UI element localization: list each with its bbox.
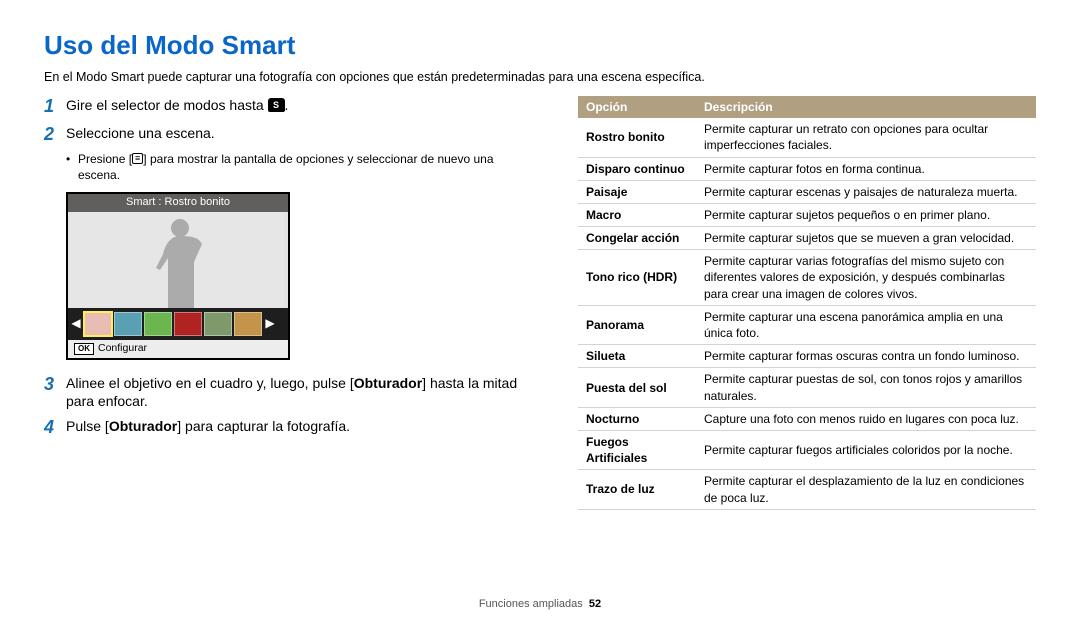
camera-bottom-bar: OK Configurar [68, 340, 288, 358]
option-name: Paisaje [578, 180, 696, 203]
step-2-sub-pre: Presione [ [78, 152, 132, 166]
step-4-pre: Pulse [ [66, 418, 109, 434]
table-row: Fuegos ArtificialesPermite capturar fueg… [578, 430, 1036, 469]
step-number: 2 [44, 124, 66, 146]
step-4-post: ] para capturar la fotografía. [177, 418, 350, 434]
option-description: Permite capturar sujetos que se mueven a… [696, 227, 1036, 250]
table-header-option: Opción [578, 96, 696, 118]
mode-dial-smart-icon: S [268, 98, 285, 112]
table-row: PanoramaPermite capturar una escena pano… [578, 305, 1036, 344]
thumbnail-left-arrow-icon[interactable]: ◀ [70, 311, 82, 337]
table-row: PaisajePermite capturar escenas y paisaj… [578, 180, 1036, 203]
table-row: Trazo de luzPermite capturar el desplaza… [578, 470, 1036, 509]
table-row: Disparo continuoPermite capturar fotos e… [578, 157, 1036, 180]
step-text: Pulse [Obturador] para capturar la fotog… [66, 417, 350, 439]
table-row: Tono rico (HDR)Permite capturar varias f… [578, 250, 1036, 306]
step-2: 2 Seleccione una escena. [44, 124, 534, 146]
option-description: Permite capturar un retrato con opciones… [696, 118, 1036, 157]
step-number: 3 [44, 374, 66, 412]
step-1-pre: Gire el selector de modos hasta [66, 97, 268, 113]
option-name: Rostro bonito [578, 118, 696, 157]
step-1-post: . [285, 97, 289, 113]
option-name: Nocturno [578, 407, 696, 430]
options-table: Opción Descripción Rostro bonitoPermite … [578, 96, 1036, 510]
step-1: 1 Gire el selector de modos hasta S. [44, 96, 534, 118]
thumbnail[interactable] [234, 312, 262, 336]
step-2-sub-text: Presione [≡] para mostrar la pantalla de… [78, 151, 534, 183]
thumbnail[interactable] [144, 312, 172, 336]
option-name: Tono rico (HDR) [578, 250, 696, 306]
option-description: Permite capturar varias fotografías del … [696, 250, 1036, 306]
ok-button-icon: OK [74, 343, 94, 355]
bullet-dot: • [66, 151, 78, 183]
option-description: Permite capturar fuegos artificiales col… [696, 430, 1036, 469]
thumbnail-selected[interactable] [84, 312, 112, 336]
step-4: 4 Pulse [Obturador] para capturar la fot… [44, 417, 534, 439]
table-row: MacroPermite capturar sujetos pequeños o… [578, 203, 1036, 226]
camera-screen-illustration: Smart : Rostro bonito ◀ [66, 192, 290, 360]
step-3: 3 Alinee el objetivo en el cuadro y, lue… [44, 374, 534, 412]
intro-text: En el Modo Smart puede capturar una foto… [44, 69, 1036, 86]
step-number: 4 [44, 417, 66, 439]
option-name: Trazo de luz [578, 470, 696, 509]
step-text: Alinee el objetivo en el cuadro y, luego… [66, 374, 534, 412]
thumbnail-right-arrow-icon[interactable]: ▶ [264, 311, 276, 337]
table-row: Congelar acciónPermite capturar sujetos … [578, 227, 1036, 250]
option-description: Permite capturar una escena panorámica a… [696, 305, 1036, 344]
table-row: NocturnoCapture una foto con menos ruido… [578, 407, 1036, 430]
step-text: Seleccione una escena. [66, 124, 215, 146]
option-name: Puesta del sol [578, 368, 696, 407]
right-column: Opción Descripción Rostro bonitoPermite … [578, 96, 1036, 589]
camera-scene-preview [68, 212, 288, 308]
option-description: Permite capturar fotos en forma continua… [696, 157, 1036, 180]
option-name: Disparo continuo [578, 157, 696, 180]
table-header-description: Descripción [696, 96, 1036, 118]
step-3-bold: Obturador [354, 375, 422, 391]
step-4-bold: Obturador [109, 418, 177, 434]
step-number: 1 [44, 96, 66, 118]
option-name: Silueta [578, 345, 696, 368]
option-description: Permite capturar formas oscuras contra u… [696, 345, 1036, 368]
page-title: Uso del Modo Smart [44, 28, 1036, 63]
option-description: Capture una foto con menos ruido en luga… [696, 407, 1036, 430]
thumbnail[interactable] [174, 312, 202, 336]
option-description: Permite capturar escenas y paisajes de n… [696, 180, 1036, 203]
camera-mode-label: Smart : Rostro bonito [68, 194, 288, 212]
table-row: Rostro bonitoPermite capturar un retrato… [578, 118, 1036, 157]
option-description: Permite capturar sujetos pequeños o en p… [696, 203, 1036, 226]
table-row: SiluetaPermite capturar formas oscuras c… [578, 345, 1036, 368]
option-name: Macro [578, 203, 696, 226]
camera-bottom-label: Configurar [98, 341, 147, 355]
thumbnail[interactable] [204, 312, 232, 336]
step-2-sub: • Presione [≡] para mostrar la pantalla … [66, 151, 534, 183]
footer-page-number: 52 [589, 598, 601, 610]
option-name: Panorama [578, 305, 696, 344]
camera-thumbnail-row: ◀ ▶ [68, 308, 288, 340]
option-name: Congelar acción [578, 227, 696, 250]
footer-section: Funciones ampliadas [479, 598, 583, 610]
option-name: Fuegos Artificiales [578, 430, 696, 469]
thumbnail[interactable] [114, 312, 142, 336]
options-table-body: Rostro bonitoPermite capturar un retrato… [578, 118, 1036, 509]
menu-button-icon: ≡ [132, 153, 143, 164]
option-description: Permite capturar el desplazamiento de la… [696, 470, 1036, 509]
step-text: Gire el selector de modos hasta S. [66, 96, 288, 118]
step-3-pre: Alinee el objetivo en el cuadro y, luego… [66, 375, 354, 391]
left-column: 1 Gire el selector de modos hasta S. 2 S… [44, 96, 534, 589]
option-description: Permite capturar puestas de sol, con ton… [696, 368, 1036, 407]
page-footer: Funciones ampliadas 52 [44, 597, 1036, 612]
table-row: Puesta del solPermite capturar puestas d… [578, 368, 1036, 407]
